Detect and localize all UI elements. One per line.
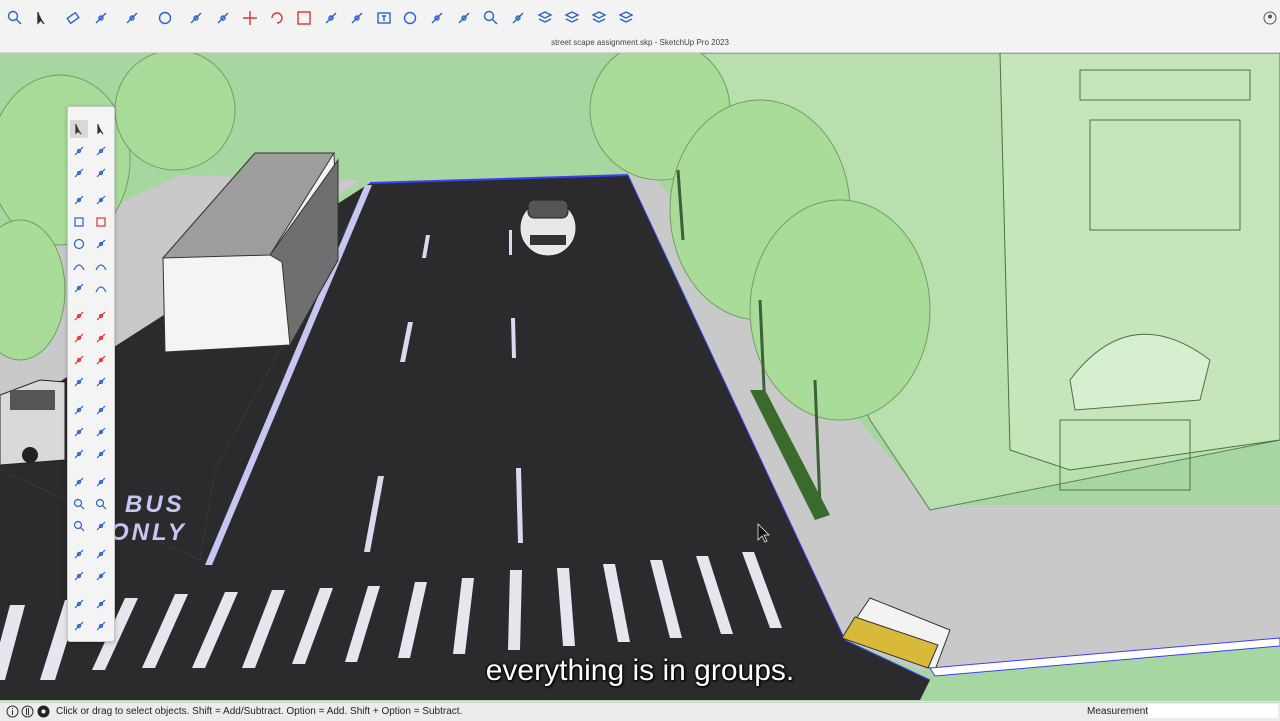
bus-marking-line-1: BUS: [125, 491, 185, 518]
video-caption: everything is in groups.: [485, 654, 795, 687]
look-around-icon[interactable]: [92, 517, 110, 535]
eye-icon[interactable]: [70, 567, 88, 585]
follow-me-icon[interactable]: [92, 329, 110, 347]
measurements-label: Measurements: [1087, 706, 1154, 717]
components-icon[interactable]: [535, 8, 555, 28]
lasso-select-icon[interactable]: [92, 120, 110, 138]
building-corner-tower: [999, 53, 1280, 471]
push-pull-icon[interactable]: [92, 307, 110, 325]
rotate-icon[interactable]: [267, 8, 287, 28]
polygon-icon[interactable]: [92, 235, 110, 253]
info-icon[interactable]: [6, 705, 19, 718]
styles-icon[interactable]: [92, 595, 110, 613]
rotated-rect-icon[interactable]: [92, 213, 110, 231]
move-icon[interactable]: [70, 307, 88, 325]
account-icon[interactable]: [37, 705, 50, 718]
zoom-window-icon[interactable]: [92, 495, 110, 513]
position-camera-icon[interactable]: [92, 473, 110, 491]
orbit-icon[interactable]: [400, 8, 420, 28]
offset-icon[interactable]: [213, 8, 233, 28]
layers-icon[interactable]: [589, 8, 609, 28]
materials-icon[interactable]: [92, 617, 110, 635]
tape-icon[interactable]: [92, 164, 110, 182]
move-icon[interactable]: [240, 8, 260, 28]
tape-measure-icon[interactable]: [70, 423, 88, 441]
zoom-icon[interactable]: [70, 495, 88, 513]
zoom-icon[interactable]: [481, 8, 501, 28]
select-icon[interactable]: [70, 120, 88, 138]
rotate-icon[interactable]: [70, 329, 88, 347]
zoom-extents-icon[interactable]: [70, 517, 88, 535]
sound-icon[interactable]: [92, 567, 110, 585]
user-circle-icon[interactable]: [1260, 8, 1280, 28]
layers-icon[interactable]: [70, 617, 88, 635]
eraser-icon[interactable]: [92, 142, 110, 160]
components-icon[interactable]: [70, 595, 88, 613]
axes-icon[interactable]: [70, 373, 88, 391]
text-label-icon[interactable]: [92, 445, 110, 463]
window-title: street scape assignment.skp - SketchUp P…: [551, 38, 729, 47]
shape-circle-icon[interactable]: [155, 8, 175, 28]
dimension-icon[interactable]: [92, 401, 110, 419]
model-viewport[interactable]: BUS ONLY: [0, 53, 1280, 701]
protractor-icon[interactable]: [92, 373, 110, 391]
search-icon[interactable]: [5, 8, 25, 28]
main-toolbar: [0, 0, 1280, 36]
line-pencil-icon[interactable]: [91, 8, 111, 28]
scale-icon[interactable]: [294, 8, 314, 28]
scale-icon[interactable]: [70, 351, 88, 369]
orbit-icon[interactable]: [70, 445, 88, 463]
rectangle-icon[interactable]: [70, 213, 88, 231]
freehand-icon[interactable]: [92, 191, 110, 209]
paint-bucket-icon[interactable]: [347, 8, 367, 28]
pie-icon[interactable]: [70, 279, 88, 297]
tape-measure-icon[interactable]: [321, 8, 341, 28]
credits-icon[interactable]: [21, 705, 34, 718]
walker-icon[interactable]: [92, 545, 110, 563]
freehand-arc-icon[interactable]: [122, 8, 142, 28]
circle-icon[interactable]: [70, 235, 88, 253]
eraser-icon[interactable]: [63, 8, 83, 28]
tag-icon[interactable]: [70, 164, 88, 182]
walk-icon[interactable]: [70, 473, 88, 491]
status-hint: Click or drag to select objects. Shift =…: [56, 706, 463, 717]
car-top: [519, 199, 577, 257]
status-bar: Click or drag to select objects. Shift =…: [0, 702, 1280, 721]
scenes-icon[interactable]: [616, 8, 636, 28]
offset-icon[interactable]: [92, 351, 110, 369]
text-icon[interactable]: [374, 8, 394, 28]
section-plane-icon[interactable]: [70, 401, 88, 419]
walk-icon[interactable]: [454, 8, 474, 28]
select-arrow-icon[interactable]: [32, 8, 52, 28]
pan-icon[interactable]: [427, 8, 447, 28]
arc-icon[interactable]: [70, 257, 88, 275]
zoom-extents-icon[interactable]: [508, 8, 528, 28]
styles-icon[interactable]: [562, 8, 582, 28]
push-pull-icon[interactable]: [186, 8, 206, 28]
tool-palette: [67, 106, 115, 642]
car-left: [0, 379, 66, 466]
text-3d-icon[interactable]: [92, 423, 110, 441]
arc-3pt-icon[interactable]: [92, 257, 110, 275]
paint-icon[interactable]: [70, 142, 88, 160]
user-icon[interactable]: [70, 545, 88, 563]
measurements-input[interactable]: [1148, 704, 1278, 718]
pencil-icon[interactable]: [70, 191, 88, 209]
arc-2pt-icon[interactable]: [92, 279, 110, 297]
title-bar: street scape assignment.skp - SketchUp P…: [0, 36, 1280, 53]
bus-marking-line-2: ONLY: [110, 519, 187, 546]
scene-canvas[interactable]: BUS ONLY: [0, 53, 1280, 701]
